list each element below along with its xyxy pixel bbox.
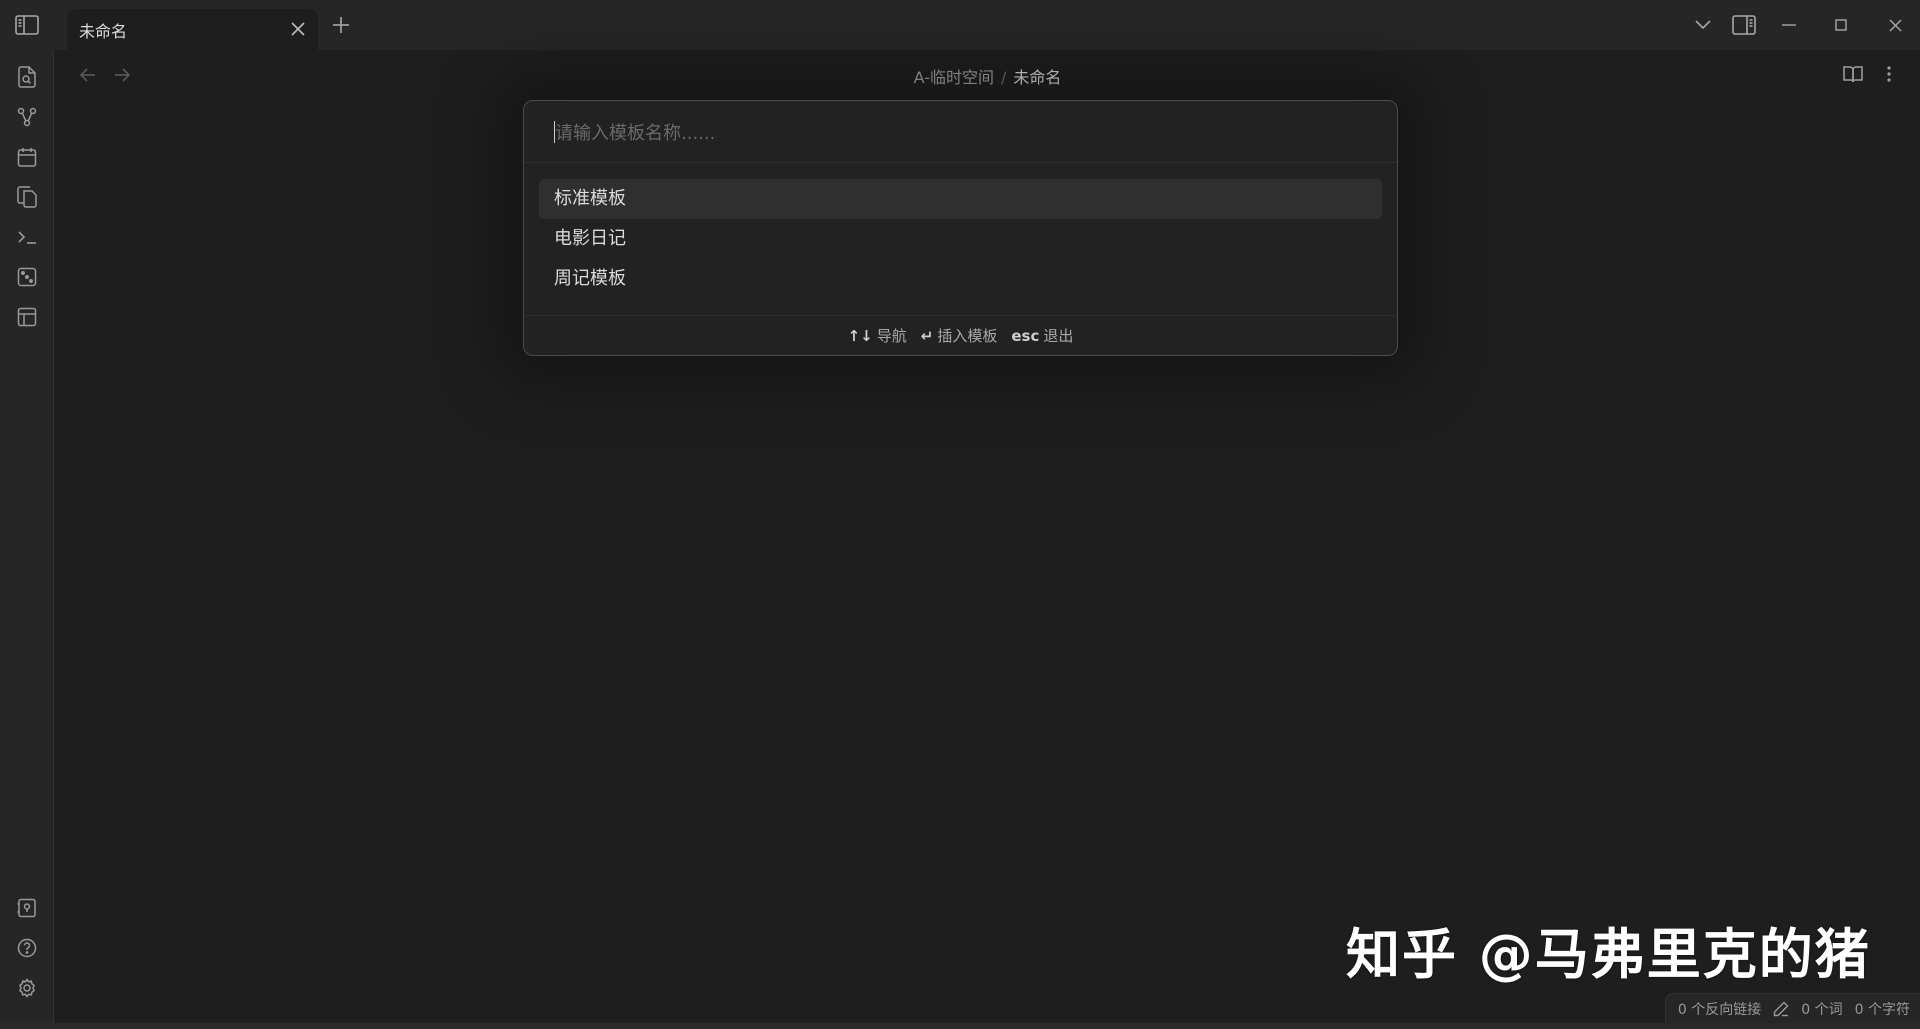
reading-view-icon[interactable] (1842, 63, 1864, 85)
calendar-icon[interactable] (15, 145, 39, 169)
instruction-insert: ↵ 插入模板 (921, 325, 998, 346)
terminal-icon[interactable] (15, 225, 39, 249)
graph-icon[interactable] (15, 105, 39, 129)
breadcrumb-current[interactable]: 未命名 (1013, 68, 1061, 87)
minimize-icon[interactable] (1778, 14, 1800, 36)
tab-untitled[interactable]: 未命名 (67, 9, 318, 50)
instruction-label: 插入模板 (937, 327, 998, 345)
title-bar: 未命名 (0, 0, 1920, 50)
suggestion-item[interactable]: 标准模板 (539, 179, 1382, 219)
close-icon[interactable] (288, 19, 308, 39)
template-search-input[interactable]: 请输入模板名称...... (524, 101, 1397, 163)
suggestion-item[interactable]: 电影日记 (539, 219, 1382, 259)
word-count: 0 个词 (1801, 1001, 1843, 1018)
instruction-key: ↵ (920, 327, 934, 345)
instruction-navigate: ↑↓ 导航 (848, 325, 907, 346)
suggestion-item[interactable]: 周记模板 (539, 259, 1382, 299)
vault-icon[interactable] (15, 896, 39, 920)
watermark: 知乎 @马弗里克的猪 (1346, 923, 1871, 986)
instruction-key: esc (1011, 327, 1040, 345)
template-suggestion-list: 标准模板 电影日记 周记模板 (539, 179, 1382, 299)
right-sidebar-toggle-icon[interactable] (1731, 13, 1757, 37)
status-bar: 0 个反向链接 0 个词 0 个字符 (1664, 993, 1920, 1023)
help-icon[interactable] (15, 936, 39, 960)
instruction-key: ↑↓ (847, 327, 873, 345)
dice-icon[interactable] (15, 265, 39, 289)
backlink-count[interactable]: 0 个反向链接 (1678, 999, 1761, 1019)
instruction-label: 导航 (876, 327, 907, 345)
instruction-exit: esc 退出 (1011, 325, 1073, 346)
maximize-icon[interactable] (1830, 14, 1852, 36)
chevron-down-icon[interactable] (1692, 14, 1714, 36)
more-options-icon[interactable] (1878, 63, 1900, 85)
breadcrumb-separator: / (1000, 68, 1007, 87)
copy-files-icon[interactable] (15, 185, 39, 209)
layout-template-icon[interactable] (15, 305, 39, 329)
file-search-icon[interactable] (15, 65, 39, 89)
instruction-label: 退出 (1043, 327, 1074, 345)
breadcrumb: A-临时空间 / 未命名 (55, 64, 1920, 88)
settings-icon[interactable] (15, 976, 39, 1000)
tab-title: 未命名 (79, 21, 128, 41)
character-count: 0 个字符 (1854, 1001, 1910, 1018)
template-search-placeholder: 请输入模板名称...... (555, 122, 716, 144)
sidebar-toggle-icon[interactable] (14, 13, 40, 37)
left-ribbon (0, 50, 54, 1023)
edit-mode-icon[interactable] (1773, 1001, 1789, 1017)
modal-instructions: ↑↓ 导航 ↵ 插入模板 esc 退出 (524, 315, 1397, 355)
new-tab-icon[interactable] (330, 14, 352, 36)
bottom-strip (0, 1023, 1920, 1029)
view-actions (1842, 63, 1900, 85)
window-close-icon[interactable] (1884, 14, 1906, 36)
template-picker-modal: 请输入模板名称...... 标准模板 电影日记 周记模板 ↑↓ 导航 ↵ 插入模板 … (523, 100, 1398, 356)
breadcrumb-folder[interactable]: A-临时空间 (914, 68, 994, 87)
